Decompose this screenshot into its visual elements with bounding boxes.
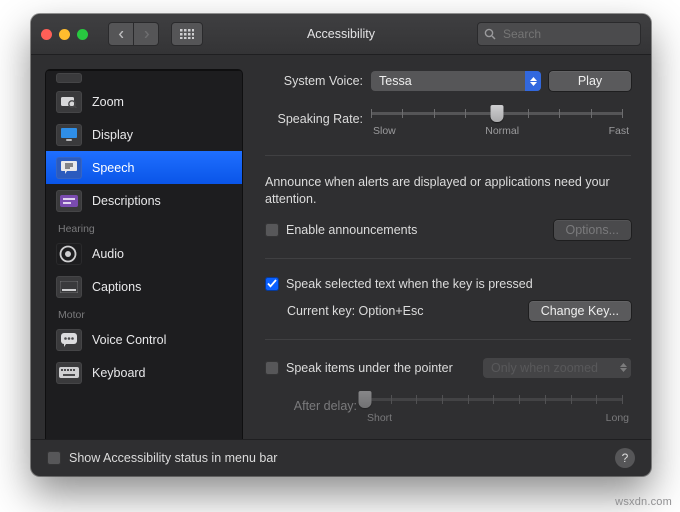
watermark: wsxdn.com	[615, 496, 672, 508]
section-header-hearing: Hearing	[46, 217, 242, 237]
audio-icon	[56, 243, 82, 265]
slider-knob[interactable]	[491, 105, 504, 122]
grid-icon	[180, 29, 194, 39]
chevron-right-icon	[143, 31, 150, 38]
sidebar-item-zoom[interactable]: Zoom	[46, 85, 242, 118]
voiceover-icon	[56, 73, 82, 83]
voice-control-icon	[56, 329, 82, 351]
after-delay-slider[interactable]	[365, 398, 623, 401]
show-status-label: Show Accessibility status in menu bar	[69, 451, 277, 465]
sidebar-item-audio[interactable]: Audio	[46, 237, 242, 270]
after-delay-label: After delay:	[287, 399, 357, 413]
announce-description: Announce when alerts are displayed or ap…	[265, 174, 631, 208]
sidebar-item-label: Captions	[92, 280, 141, 294]
system-voice-value: Tessa	[379, 74, 525, 88]
divider	[265, 258, 631, 259]
search-field-wrap[interactable]	[477, 22, 641, 46]
current-key-label: Current key: Option+Esc	[287, 304, 424, 318]
divider	[265, 155, 631, 156]
show-all-button[interactable]	[171, 22, 203, 46]
display-icon	[56, 124, 82, 146]
zoom-window-button[interactable]	[77, 29, 88, 40]
speak-pointer-checkbox[interactable]	[265, 361, 279, 375]
updown-icon	[615, 358, 631, 378]
delay-short-label: Short	[367, 412, 392, 424]
divider	[265, 339, 631, 340]
sidebar-item-display[interactable]: Display	[46, 118, 242, 151]
show-status-checkbox[interactable]	[47, 451, 61, 465]
traffic-lights	[41, 29, 88, 40]
rate-normal-label: Normal	[485, 125, 519, 137]
preferences-window: Accessibility Zoom	[31, 14, 651, 476]
descriptions-icon	[56, 190, 82, 212]
sidebar-item-label: Voice Control	[92, 333, 166, 347]
search-input[interactable]	[501, 26, 651, 42]
back-button[interactable]	[108, 22, 134, 46]
sidebar-item-label: Audio	[92, 247, 124, 261]
change-key-button[interactable]: Change Key...	[529, 301, 631, 321]
sidebar-item-keyboard[interactable]: Keyboard	[46, 356, 242, 389]
speaking-rate-label: Speaking Rate:	[265, 112, 363, 126]
pointer-mode-value: Only when zoomed	[491, 361, 615, 375]
speak-pointer-label: Speak items under the pointer	[286, 361, 453, 375]
enable-announcements-label: Enable announcements	[286, 223, 417, 237]
rate-slow-label: Slow	[373, 125, 396, 137]
play-button[interactable]: Play	[549, 71, 631, 91]
captions-icon	[56, 276, 82, 298]
sidebar-item-speech[interactable]: Speech	[46, 151, 242, 184]
rate-fast-label: Fast	[609, 125, 629, 137]
keyboard-icon	[56, 362, 82, 384]
options-button[interactable]: Options...	[554, 220, 632, 240]
sidebar-item-descriptions[interactable]: Descriptions	[46, 184, 242, 217]
sidebar: Zoom Display Speech	[45, 69, 243, 439]
speak-selected-checkbox[interactable]	[265, 277, 279, 291]
speaking-rate-slider[interactable]	[371, 112, 623, 115]
system-voice-label: System Voice:	[265, 74, 363, 88]
pointer-mode-select[interactable]: Only when zoomed	[483, 358, 631, 378]
enable-announcements-checkbox[interactable]	[265, 223, 279, 237]
speak-selected-label: Speak selected text when the key is pres…	[286, 277, 533, 291]
zoom-icon	[56, 91, 82, 113]
detail-pane: System Voice: Tessa Play Speaking Rate:	[243, 55, 651, 439]
search-icon	[484, 28, 496, 40]
sidebar-item-label: Display	[92, 128, 133, 142]
sidebar-item-voice-control[interactable]: Voice Control	[46, 323, 242, 356]
forward-button[interactable]	[134, 22, 159, 46]
speech-icon	[56, 157, 82, 179]
help-button[interactable]: ?	[615, 448, 635, 468]
section-header-motor: Motor	[46, 303, 242, 323]
chevron-left-icon	[118, 31, 125, 38]
sidebar-item-voiceover-partial[interactable]	[46, 70, 242, 85]
sidebar-item-label: Descriptions	[92, 194, 161, 208]
system-voice-select[interactable]: Tessa	[371, 71, 541, 91]
sidebar-item-captions[interactable]: Captions	[46, 270, 242, 303]
close-window-button[interactable]	[41, 29, 52, 40]
footer: Show Accessibility status in menu bar ?	[31, 439, 651, 476]
sidebar-item-label: Keyboard	[92, 366, 146, 380]
updown-icon	[525, 71, 541, 91]
titlebar: Accessibility	[31, 14, 651, 55]
sidebar-item-label: Zoom	[92, 95, 124, 109]
sidebar-item-label: Speech	[92, 161, 134, 175]
checkmark-icon	[267, 279, 277, 288]
minimize-window-button[interactable]	[59, 29, 70, 40]
slider-knob[interactable]	[359, 391, 372, 408]
delay-long-label: Long	[606, 412, 629, 424]
